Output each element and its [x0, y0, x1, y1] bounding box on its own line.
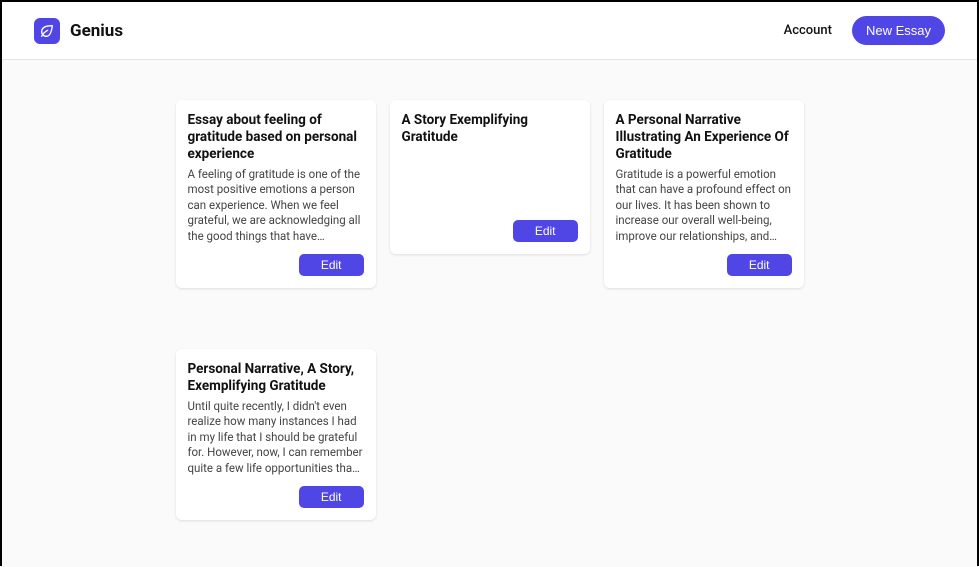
essay-card: A Story Exemplifying Gratitude Edit [390, 100, 590, 254]
essay-title: Personal Narrative, A Story, Exemplifyin… [188, 361, 364, 395]
card-actions: Edit [616, 254, 792, 276]
essay-title: A Story Exemplifying Gratitude [402, 112, 578, 146]
edit-button[interactable]: Edit [513, 220, 578, 242]
account-link[interactable]: Account [784, 23, 832, 38]
essay-card: Personal Narrative, A Story, Exemplifyin… [176, 349, 376, 520]
card-actions: Edit [188, 254, 364, 276]
essay-body: Gratitude is a powerful emotion that can… [616, 167, 792, 245]
content-area: Essay about feeling of gratitude based o… [2, 60, 977, 567]
logo-icon [34, 18, 60, 44]
essay-card: Essay about feeling of gratitude based o… [176, 100, 376, 288]
essay-grid: Essay about feeling of gratitude based o… [176, 100, 804, 567]
brand[interactable]: Genius [34, 18, 123, 44]
essay-title: A Personal Narrative Illustrating An Exp… [616, 112, 792, 163]
essay-title: Essay about feeling of gratitude based o… [188, 112, 364, 163]
essay-body: Until quite recently, I didn't even real… [188, 399, 364, 477]
edit-button[interactable]: Edit [299, 486, 364, 508]
essay-body: A feeling of gratitude is one of the mos… [188, 167, 364, 245]
header: Genius Account New Essay [2, 2, 977, 60]
header-actions: Account New Essay [784, 16, 945, 45]
new-essay-button[interactable]: New Essay [852, 16, 945, 45]
edit-button[interactable]: Edit [727, 254, 792, 276]
card-actions: Edit [188, 486, 364, 508]
essay-card: A Personal Narrative Illustrating An Exp… [604, 100, 804, 288]
edit-button[interactable]: Edit [299, 254, 364, 276]
brand-name: Genius [70, 21, 123, 41]
card-actions: Edit [402, 220, 578, 242]
